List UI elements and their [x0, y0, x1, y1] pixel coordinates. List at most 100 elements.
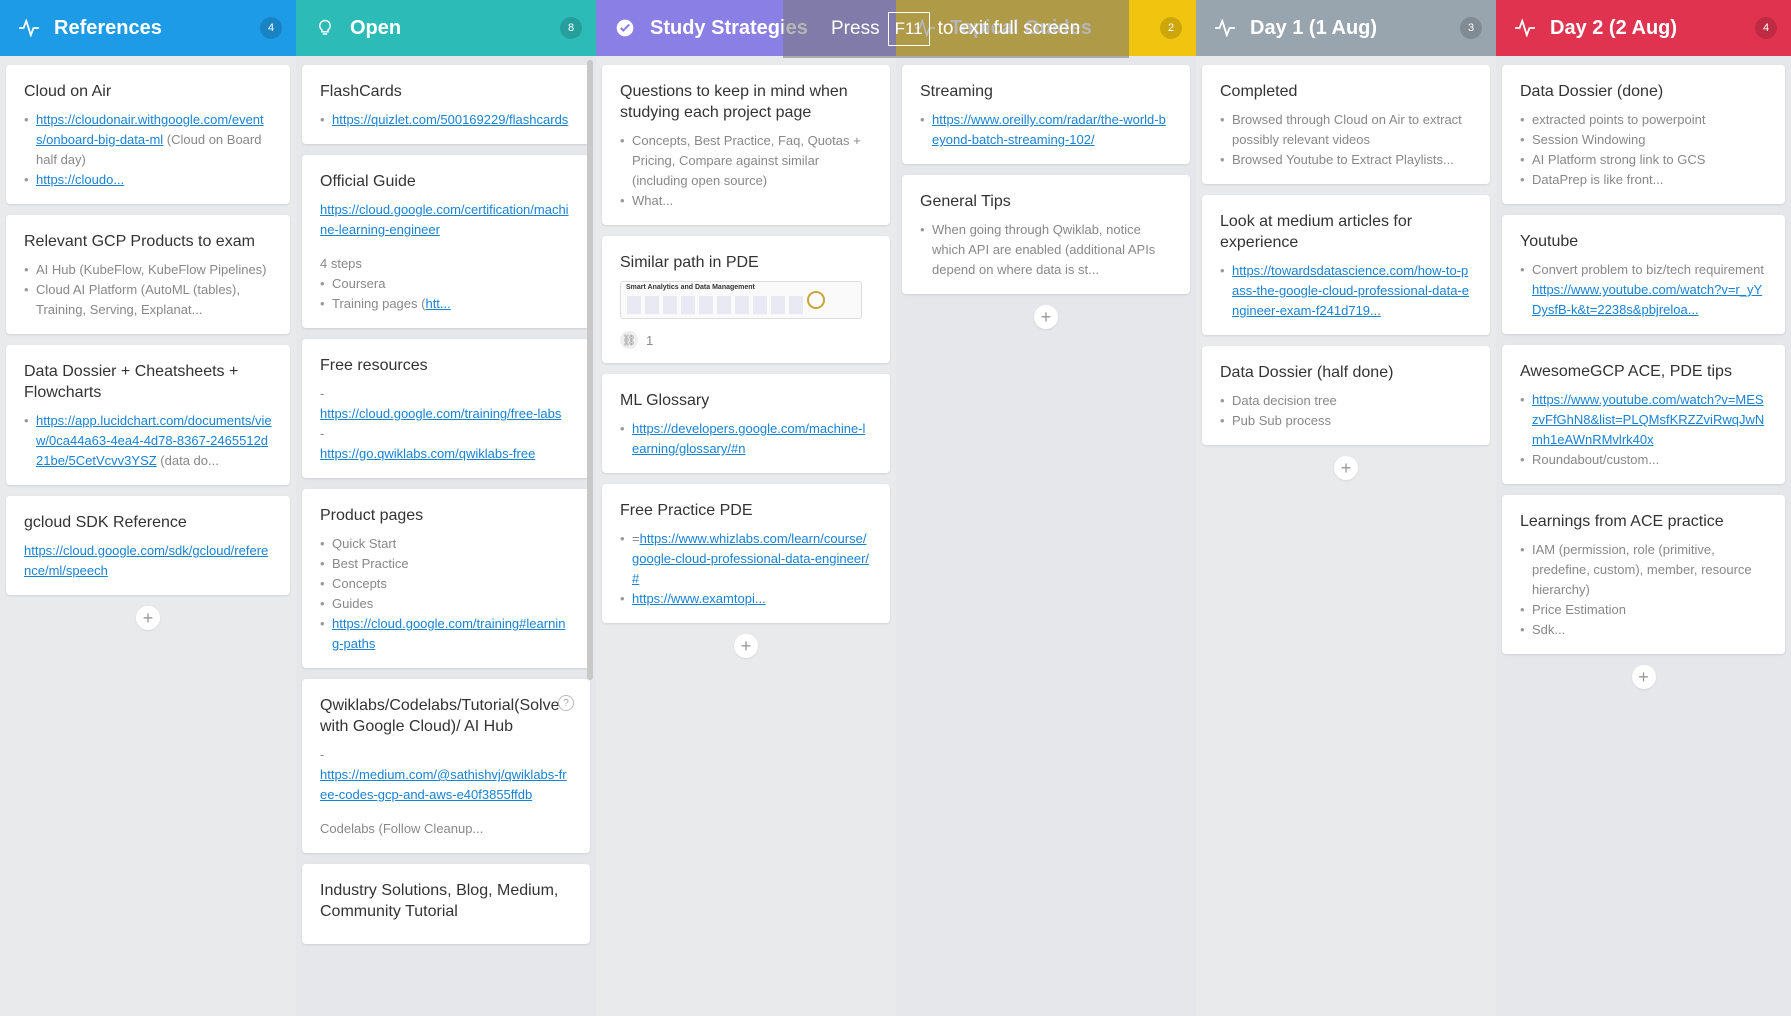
card[interactable]: Free Practice PDE =https://www.whizlabs.c…: [602, 484, 890, 623]
card-link[interactable]: https://cloud.google.com/training#learni…: [332, 616, 565, 651]
card-link[interactable]: https://www.examtopi...: [632, 591, 766, 606]
attachment-thumbnail[interactable]: Smart Analytics and Data Management: [620, 281, 862, 319]
card-link[interactable]: https://developers.google.com/machine-le…: [632, 421, 865, 456]
card-title: Cloud on Air: [24, 83, 112, 100]
card[interactable]: Questions to keep in mind when studying …: [602, 65, 890, 225]
card-link[interactable]: https://www.whizlabs.com/learn/course/go…: [632, 531, 869, 586]
card-link[interactable]: https://medium.com/@sathishvj/qwiklabs-f…: [320, 767, 567, 802]
card[interactable]: Similar path in PDE Smart Analytics and D…: [602, 236, 890, 363]
card-link[interactable]: https://go.qwiklabs.com/qwiklabs-free: [320, 446, 535, 461]
bullet-text: Data decision tree: [1232, 393, 1337, 408]
dash-line: - https://medium.com/@sathishvj/qwiklabs-…: [320, 745, 572, 805]
bullet-item: Price Estimation: [1520, 600, 1767, 620]
card[interactable]: Youtube Convert problem to biz/tech requi…: [1502, 215, 1785, 334]
card-link[interactable]: https://cloud.google.com/training/free-l…: [320, 406, 561, 421]
card[interactable]: Industry Solutions, Blog, Medium, Commun…: [302, 864, 590, 944]
column-header[interactable]: References 4: [0, 0, 296, 56]
column-header[interactable]: Day 1 (1 Aug) 3: [1196, 0, 1496, 56]
card[interactable]: Look at medium articles for experience ht…: [1202, 195, 1490, 335]
bullet-list: https://www.youtube.com/watch?v=MESzvFfG…: [1520, 390, 1767, 470]
card[interactable]: Data Dossier + Cheatsheets + Flowcharts h…: [6, 345, 290, 485]
column-title: Open: [350, 16, 402, 39]
add-card-button[interactable]: +: [1034, 305, 1058, 329]
card-link[interactable]: htt...: [425, 296, 450, 311]
card[interactable]: FlashCards https://quizlet.com/500169229/…: [302, 65, 590, 144]
column-study: Study Strategies Questions to keep in min…: [596, 0, 896, 1016]
add-card-button[interactable]: +: [734, 634, 758, 658]
column-title: References: [54, 16, 162, 39]
card-title: FlashCards: [320, 83, 402, 100]
bullet-item: Guides: [320, 594, 572, 614]
bullet-text: Roundabout/custom...: [1532, 452, 1660, 467]
bullet-text: Sdk...: [1532, 622, 1566, 637]
card-link[interactable]: https://app.lucidchart.com/documents/vie…: [36, 413, 272, 468]
bullet-list: https://quizlet.com/500169229/flashcards: [320, 110, 572, 130]
column-header[interactable]: Day 2 (2 Aug) 4: [1496, 0, 1791, 56]
card[interactable]: Free resources - https://cloud.google.com/…: [302, 339, 590, 478]
card[interactable]: Relevant GCP Products to exam AI Hub (Kub…: [6, 215, 290, 334]
dash-prefix: -: [320, 426, 325, 441]
bullet-text: Coursera: [332, 276, 386, 291]
bullet-list: https://developers.google.com/machine-le…: [620, 419, 872, 459]
column-header[interactable]: Open 8: [296, 0, 596, 56]
bullet-text: DataPrep is like front...: [1532, 172, 1664, 187]
bullet-item: IAM (permission, role (primitive, predef…: [1520, 540, 1767, 600]
card[interactable]: ML Glossary https://developers.google.com…: [602, 374, 890, 473]
card[interactable]: gcloud SDK Reference https://cloud.google…: [6, 496, 290, 595]
bullet-item: https://developers.google.com/machine-le…: [620, 419, 872, 459]
card[interactable]: Data Dossier (done) extracted points to p…: [1502, 65, 1785, 204]
card[interactable]: Data Dossier (half done) Data decision tr…: [1202, 346, 1490, 445]
add-card-button[interactable]: +: [1334, 456, 1358, 480]
column-title: Day 2 (2 Aug): [1550, 16, 1678, 39]
card[interactable]: Learnings from ACE practice IAM (permissi…: [1502, 495, 1785, 654]
card-link[interactable]: https://www.youtube.com/watch?v=r_yYDysf…: [1532, 282, 1762, 317]
bullet-list: https://www.oreilly.com/radar/the-world-…: [920, 110, 1172, 150]
bullet-item: What...: [620, 191, 872, 211]
dash-prefix: -: [320, 747, 325, 762]
pulse-icon: [18, 17, 40, 39]
column-references: References 4 Cloud on Air https://cloudonai…: [0, 0, 296, 1016]
bullet-item: https://cloud.google.com/training#learni…: [320, 614, 572, 654]
card-title: gcloud SDK Reference: [24, 514, 187, 531]
card-link[interactable]: https://towardsdatascience.com/how-to-pa…: [1232, 263, 1469, 318]
fullscreen-notice: Press F11 to exit full screen: [783, 0, 1129, 58]
bullet-item: Roundabout/custom...: [1520, 450, 1767, 470]
add-card-button[interactable]: +: [1631, 665, 1656, 689]
bullet-item: https://towardsdatascience.com/how-to-pa…: [1220, 261, 1472, 321]
card-link[interactable]: https://cloudo...: [36, 172, 124, 187]
card[interactable]: Cloud on Air https://cloudonair.withgoogl…: [6, 65, 290, 204]
card[interactable]: Qwiklabs/Codelabs/Tutorial(Solve with Go…: [302, 679, 590, 853]
card-link[interactable]: https://quizlet.com/500169229/flashcards: [332, 112, 568, 127]
card-link[interactable]: https://www.youtube.com/watch?v=MESzvFfG…: [1532, 392, 1764, 447]
bullet-list: https://cloudonair.withgoogle.com/events…: [24, 110, 272, 190]
bullet-item: Browsed Youtube to Extract Playlists...: [1220, 150, 1472, 170]
card-link[interactable]: https://cloud.google.com/certification/m…: [320, 202, 569, 237]
card[interactable]: Official Guide https://cloud.google.com/c…: [302, 155, 590, 328]
card-title: Questions to keep in mind when studying …: [620, 83, 848, 121]
bullet-item: https://www.youtube.com/watch?v=MESzvFfG…: [1520, 390, 1767, 450]
bullet-list: AI Hub (KubeFlow, KubeFlow Pipelines) Clo…: [24, 260, 272, 320]
card[interactable]: Completed Browsed through Cloud on Air to…: [1202, 65, 1490, 184]
card-title: Data Dossier (done): [1520, 83, 1664, 100]
bullet-text: Browsed Youtube to Extract Playlists...: [1232, 152, 1454, 167]
scrollbar[interactable]: [587, 60, 593, 680]
add-card-button[interactable]: +: [136, 606, 160, 630]
bullet-list: https://towardsdatascience.com/how-to-pa…: [1220, 261, 1472, 321]
bullet-item: https://app.lucidchart.com/documents/vie…: [24, 411, 272, 471]
card[interactable]: General Tips When going through Qwiklab, …: [902, 175, 1190, 294]
bullet-text: Pub Sub process: [1232, 413, 1332, 428]
card-title: Look at medium articles for experience: [1220, 213, 1413, 251]
card[interactable]: Streaming https://www.oreilly.com/radar/t…: [902, 65, 1190, 164]
card-list: Questions to keep in mind when studying …: [596, 56, 896, 658]
card-link[interactable]: https://cloud.google.com/sdk/gcloud/refe…: [24, 543, 268, 578]
card-title: ML Glossary: [620, 392, 710, 409]
card-link[interactable]: https://www.oreilly.com/radar/the-world-…: [932, 112, 1166, 147]
card-list: Completed Browsed through Cloud on Air to…: [1196, 56, 1496, 480]
bullet-item: Training pages (htt...: [320, 294, 572, 314]
dash-prefix: -: [320, 386, 325, 401]
bullet-item: Session Windowing: [1520, 130, 1767, 150]
card[interactable]: AwesomeGCP ACE, PDE tips https://www.yout…: [1502, 345, 1785, 484]
bullet-item: Concepts, Best Practice, Faq, Quotas + P…: [620, 131, 872, 191]
help-icon[interactable]: ?: [558, 695, 574, 711]
card[interactable]: Product pages Quick Start Best Practice Con…: [302, 489, 590, 668]
